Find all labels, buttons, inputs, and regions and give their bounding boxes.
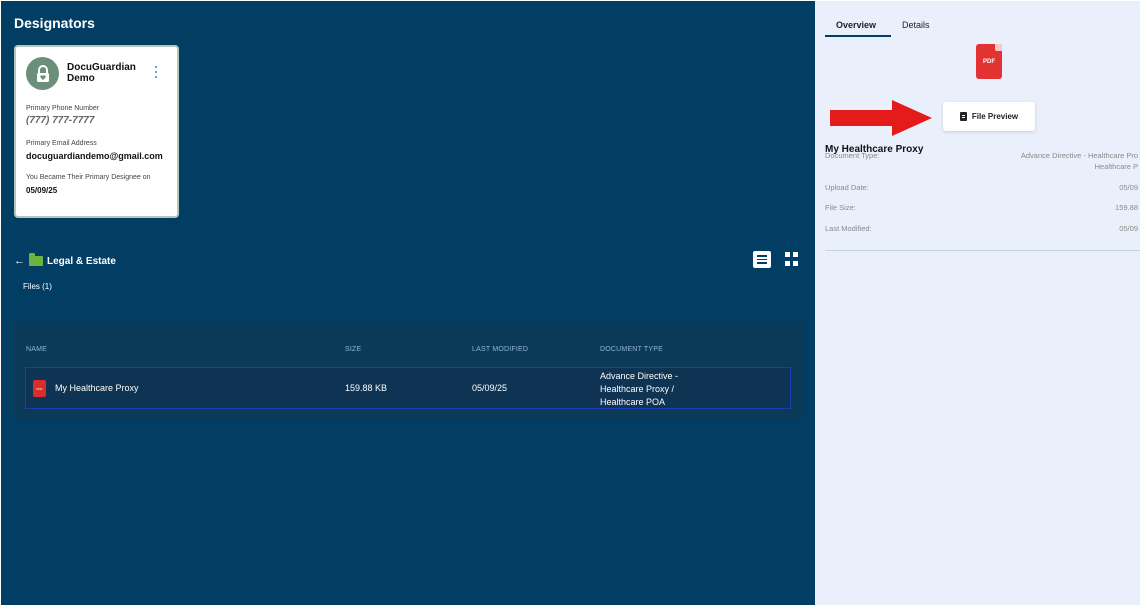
email-label: Primary Email Address — [26, 140, 97, 147]
lock-heart-icon — [36, 64, 49, 82]
list-view-icon[interactable] — [753, 251, 771, 268]
details-panel: Overview Details PDF File Preview Docume… — [815, 1, 1140, 605]
file-name: My Healthcare Proxy — [55, 383, 139, 393]
file-preview-label: File Preview — [971, 112, 1019, 121]
document-type-line1: Advance Directive - — [600, 371, 679, 381]
folder-name: Legal & Estate — [47, 255, 116, 267]
column-header-modified[interactable]: LAST MODIFIED — [472, 346, 528, 353]
pdf-icon: PDF — [976, 44, 1002, 79]
column-header-size[interactable]: SIZE — [345, 346, 361, 353]
grid-view-icon[interactable] — [785, 252, 799, 266]
document-type-value-line1: Advance Directive - Healthcare Pro — [1020, 151, 1138, 160]
document-type-value-line2: Healthcare P — [1094, 162, 1138, 171]
file-title: My Healthcare Proxy — [825, 144, 924, 155]
phone-value: (777) 777-7777 — [26, 115, 95, 126]
last-modified-label: Last Modified: — [825, 224, 872, 233]
breadcrumb: ← Legal & Estate — [14, 253, 116, 269]
email-value: docuguardiandemo@gmail.com — [26, 151, 163, 161]
file-modified: 05/09/25 — [472, 383, 508, 393]
file-size-value: 159.88 — [1115, 203, 1138, 212]
file-size-label: File Size: — [825, 203, 856, 212]
designee-since-value: 05/09/25 — [26, 186, 58, 195]
avatar — [26, 57, 59, 90]
designee-since-label: You Became Their Primary Designee on — [26, 174, 151, 181]
more-options-icon[interactable] — [153, 66, 159, 82]
file-size: 159.88 KB — [345, 383, 388, 393]
file-preview-button[interactable]: File Preview — [943, 102, 1035, 131]
designator-name-line1: DocuGuardian — [67, 62, 136, 73]
active-tab-indicator — [825, 35, 891, 37]
column-header-name[interactable]: NAME — [26, 346, 47, 353]
tab-overview[interactable]: Overview — [836, 20, 876, 30]
tab-details[interactable]: Details — [902, 20, 930, 30]
table-row[interactable]: PDF My Healthcare Proxy 159.88 KB 05/09/… — [25, 367, 791, 409]
designator-name-line2: Demo — [67, 73, 95, 84]
designator-name: DocuGuardian Demo — [67, 62, 147, 84]
app-window: Designators DocuGuardian Demo Primary Ph… — [0, 0, 1140, 606]
folder-icon — [29, 253, 43, 266]
divider — [825, 250, 1140, 251]
files-count: Files (1) — [23, 282, 52, 291]
red-arrow-icon — [830, 100, 932, 136]
upload-date-value: 05/09 — [1119, 183, 1138, 192]
file-document-type: Advance Directive - Healthcare Proxy / H… — [600, 370, 720, 409]
phone-label: Primary Phone Number — [26, 105, 100, 112]
document-icon — [959, 112, 967, 121]
document-type-line3: Healthcare POA — [600, 397, 666, 407]
last-modified-value: 05/09 — [1119, 224, 1138, 233]
pdf-file-icon: PDF — [33, 380, 46, 397]
page-title: Designators — [14, 15, 95, 31]
arrow-left-icon[interactable]: ← — [14, 255, 25, 267]
column-header-type[interactable]: DOCUMENT TYPE — [600, 346, 663, 353]
document-type-line2: Healthcare Proxy / — [600, 384, 675, 394]
designator-card[interactable]: DocuGuardian Demo Primary Phone Number (… — [14, 45, 179, 218]
pdf-badge-label: PDF — [983, 58, 995, 65]
files-table: NAME SIZE LAST MODIFIED DOCUMENT TYPE PD… — [14, 321, 803, 419]
main-content: Designators DocuGuardian Demo Primary Ph… — [1, 1, 815, 605]
upload-date-label: Upload Date: — [825, 183, 869, 192]
